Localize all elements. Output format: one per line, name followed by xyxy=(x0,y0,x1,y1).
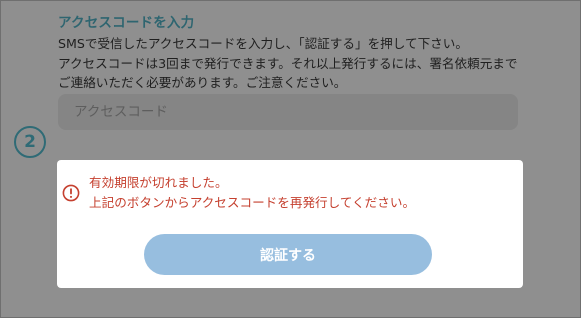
instruction-line: アクセスコードは3回まで発行できます。それ以上発行するには、署名依頼元まで xyxy=(58,55,518,71)
error-circle-icon xyxy=(62,184,80,202)
error-line: 有効期限が切れました。 xyxy=(89,175,228,190)
error-line: 上記のボタンからアクセスコードを再発行してください。 xyxy=(89,194,416,210)
section-title: アクセスコードを入力 xyxy=(58,15,195,31)
instructions: SMSで受信したアクセスコードを入力し、「認証する」を押して下さい。 アクセスコ… xyxy=(58,34,563,93)
instruction-line: ご連絡いただく必要があります。ご注意ください。 xyxy=(58,75,347,90)
error-dialog: 有効期限が切れました。 上記のボタンからアクセスコードを再発行してください。 認… xyxy=(57,160,523,288)
step-number-badge: 2 xyxy=(14,126,46,158)
error-message: 有効期限が切れました。 上記のボタンからアクセスコードを再発行してください。 xyxy=(89,173,415,212)
page-frame: アクセスコードを入力 SMSで受信したアクセスコードを入力し、「認証する」を押し… xyxy=(0,0,581,318)
instruction-line: SMSで受信したアクセスコードを入力し、「認証する」を押して下さい。 xyxy=(58,36,468,51)
authenticate-button[interactable]: 認証する xyxy=(144,234,432,275)
access-code-input[interactable] xyxy=(58,94,518,130)
